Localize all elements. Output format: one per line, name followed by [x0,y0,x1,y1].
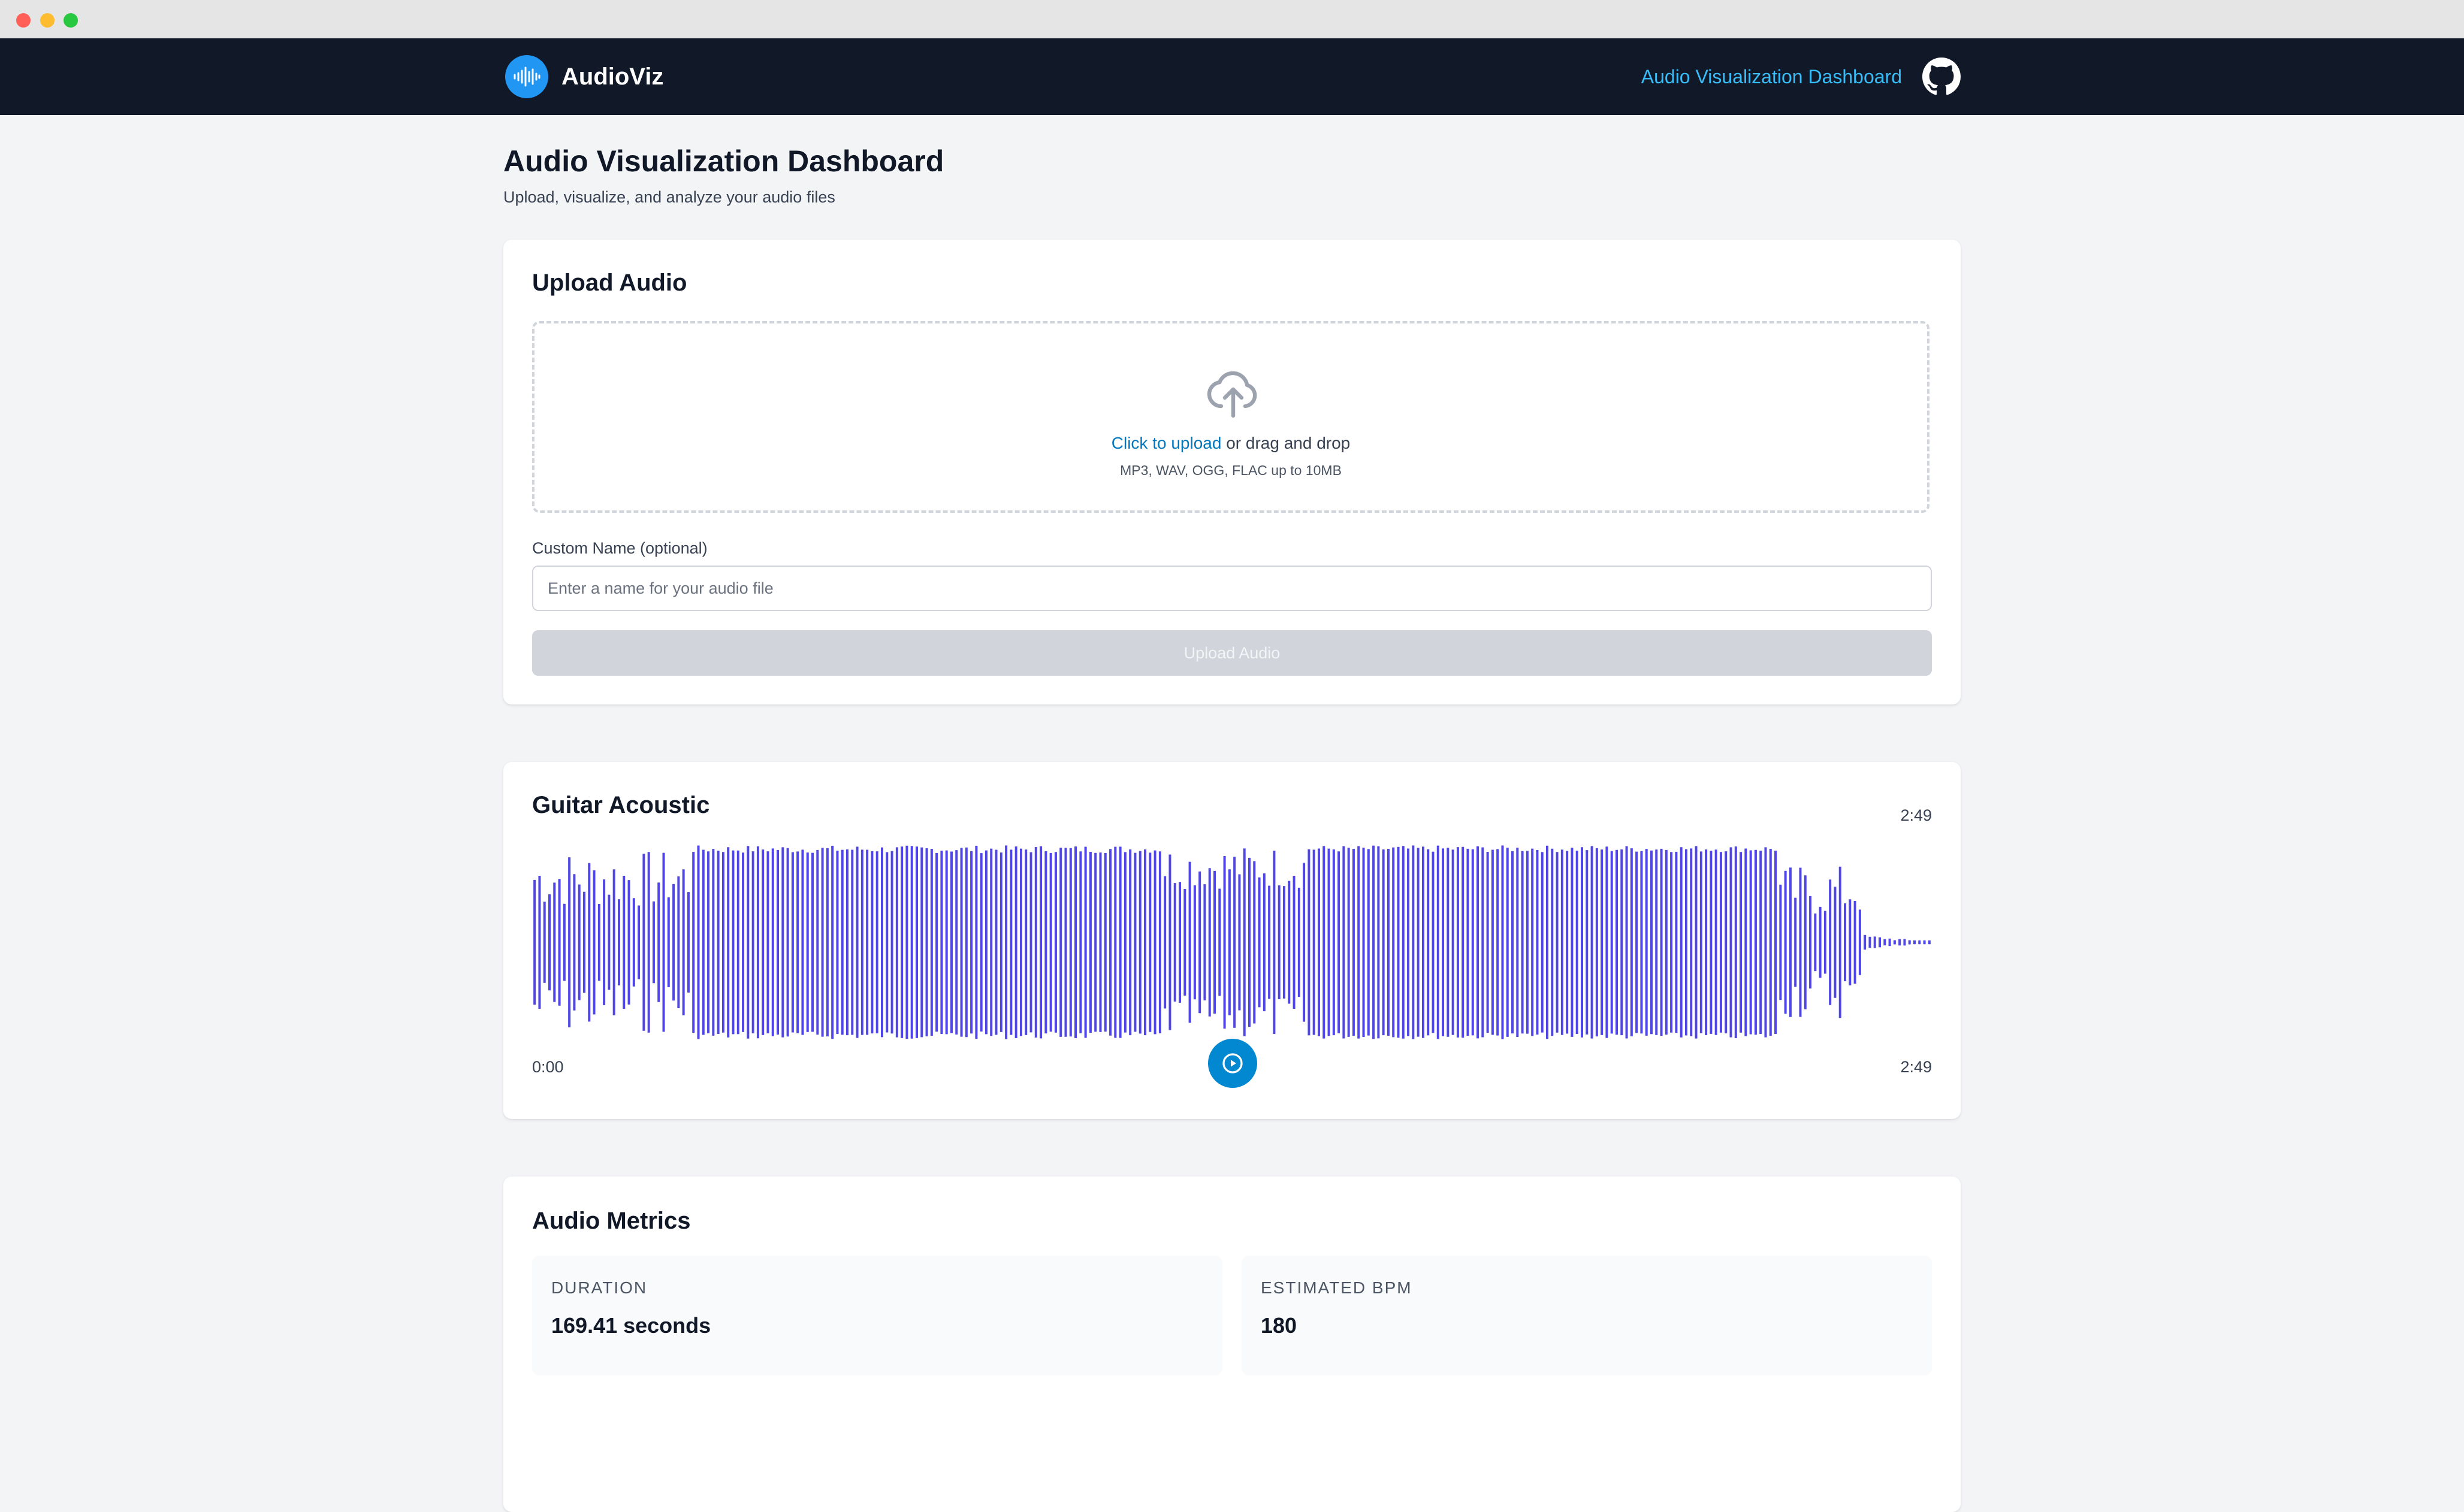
dropzone-text: Click to upload or drag and drop [535,434,1927,453]
brand[interactable]: AudioViz [505,55,663,98]
play-icon [1222,1053,1243,1073]
metric-duration: DURATION 169.41 seconds [532,1256,1222,1375]
file-type-hint: MP3, WAV, OGG, FLAC up to 10MB [1120,462,1342,478]
custom-name-label: Custom Name (optional) [532,539,708,557]
current-time: 0:00 [532,1058,564,1076]
minimize-window-button[interactable] [40,13,55,28]
metric-value: 180 [1261,1313,1297,1338]
page-subtitle: Upload, visualize, and analyze your audi… [503,188,835,206]
metric-value: 169.41 seconds [551,1313,711,1338]
waveform-logo-icon [505,55,548,98]
drag-and-drop-text: or drag and drop [1221,434,1351,452]
close-window-button[interactable] [16,13,31,28]
waveform[interactable] [532,843,1932,1041]
github-icon[interactable] [1922,58,1961,96]
upload-card: Upload Audio Click to upload or drag and… [503,240,1961,704]
upload-card-title: Upload Audio [532,270,687,296]
page-title: Audio Visualization Dashboard [503,144,944,178]
click-to-upload-link[interactable]: Click to upload [1112,434,1222,452]
cloud-upload-icon [1207,371,1257,418]
window-titlebar [0,0,2464,39]
audio-player-card: Guitar Acoustic 2:49 0:00 2:49 [503,762,1961,1119]
play-button[interactable] [1208,1039,1257,1088]
metric-label: ESTIMATED BPM [1261,1278,1412,1297]
audio-metrics-card: Audio Metrics DURATION 169.41 seconds ES… [503,1177,1961,1512]
metric-label: DURATION [551,1278,648,1297]
maximize-window-button[interactable] [64,13,78,28]
metric-bpm: ESTIMATED BPM 180 [1242,1256,1932,1375]
track-duration: 2:49 [1900,806,1932,824]
metrics-title: Audio Metrics [532,1208,691,1234]
upload-audio-button[interactable]: Upload Audio [532,630,1932,676]
nav-right: Audio Visualization Dashboard [1641,56,1961,97]
brand-name: AudioViz [561,63,664,90]
dashboard-nav-link[interactable]: Audio Visualization Dashboard [1641,66,1902,88]
track-title: Guitar Acoustic [532,792,710,818]
custom-name-input[interactable] [532,566,1932,611]
end-time: 2:49 [1900,1058,1932,1076]
top-navbar: AudioViz Audio Visualization Dashboard [0,38,2464,115]
upload-dropzone[interactable]: Click to upload or drag and drop MP3, WA… [532,321,1929,513]
